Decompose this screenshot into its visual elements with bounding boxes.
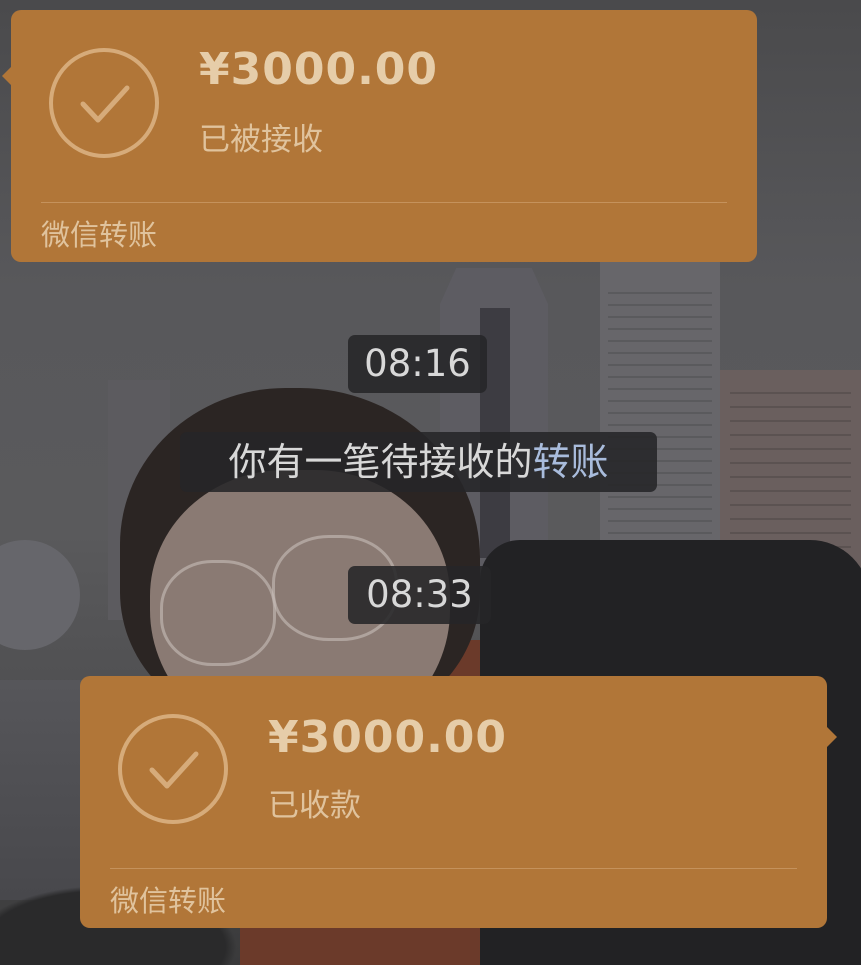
transfer-status: 已收款: [268, 788, 361, 824]
transfer-message-sent[interactable]: ¥3000.00 已收款 微信转账: [80, 676, 837, 928]
transfer-message-received[interactable]: ¥3000.00 已被接收 微信转账: [2, 10, 757, 262]
wallpaper-dome: [0, 540, 80, 650]
message-timestamp: 08:16: [348, 335, 487, 393]
transfer-amount: ¥3000.00: [268, 712, 508, 763]
transfer-footer-label: 微信转账: [41, 218, 158, 252]
bubble-tail: [2, 66, 12, 86]
message-timestamp: 08:33: [348, 566, 491, 624]
bubble-divider: [41, 202, 727, 203]
system-notice: 你有一笔待接收的转账: [180, 432, 657, 492]
chat-screen: ¥3000.00 已被接收 微信转账 08:16 你有一笔待接收的转账 08:3…: [0, 0, 861, 965]
transfer-amount: ¥3000.00: [199, 44, 439, 95]
transfer-link[interactable]: 转账: [533, 440, 609, 484]
check-circle-icon: [118, 714, 228, 824]
bubble-tail: [826, 726, 837, 748]
transfer-footer-label: 微信转账: [110, 884, 227, 918]
wallpaper-glasses: [160, 560, 276, 666]
check-circle-icon: [49, 48, 159, 158]
bubble-divider: [110, 868, 797, 869]
transfer-status: 已被接收: [199, 122, 323, 158]
system-notice-text: 你有一笔待接收的: [228, 440, 533, 484]
